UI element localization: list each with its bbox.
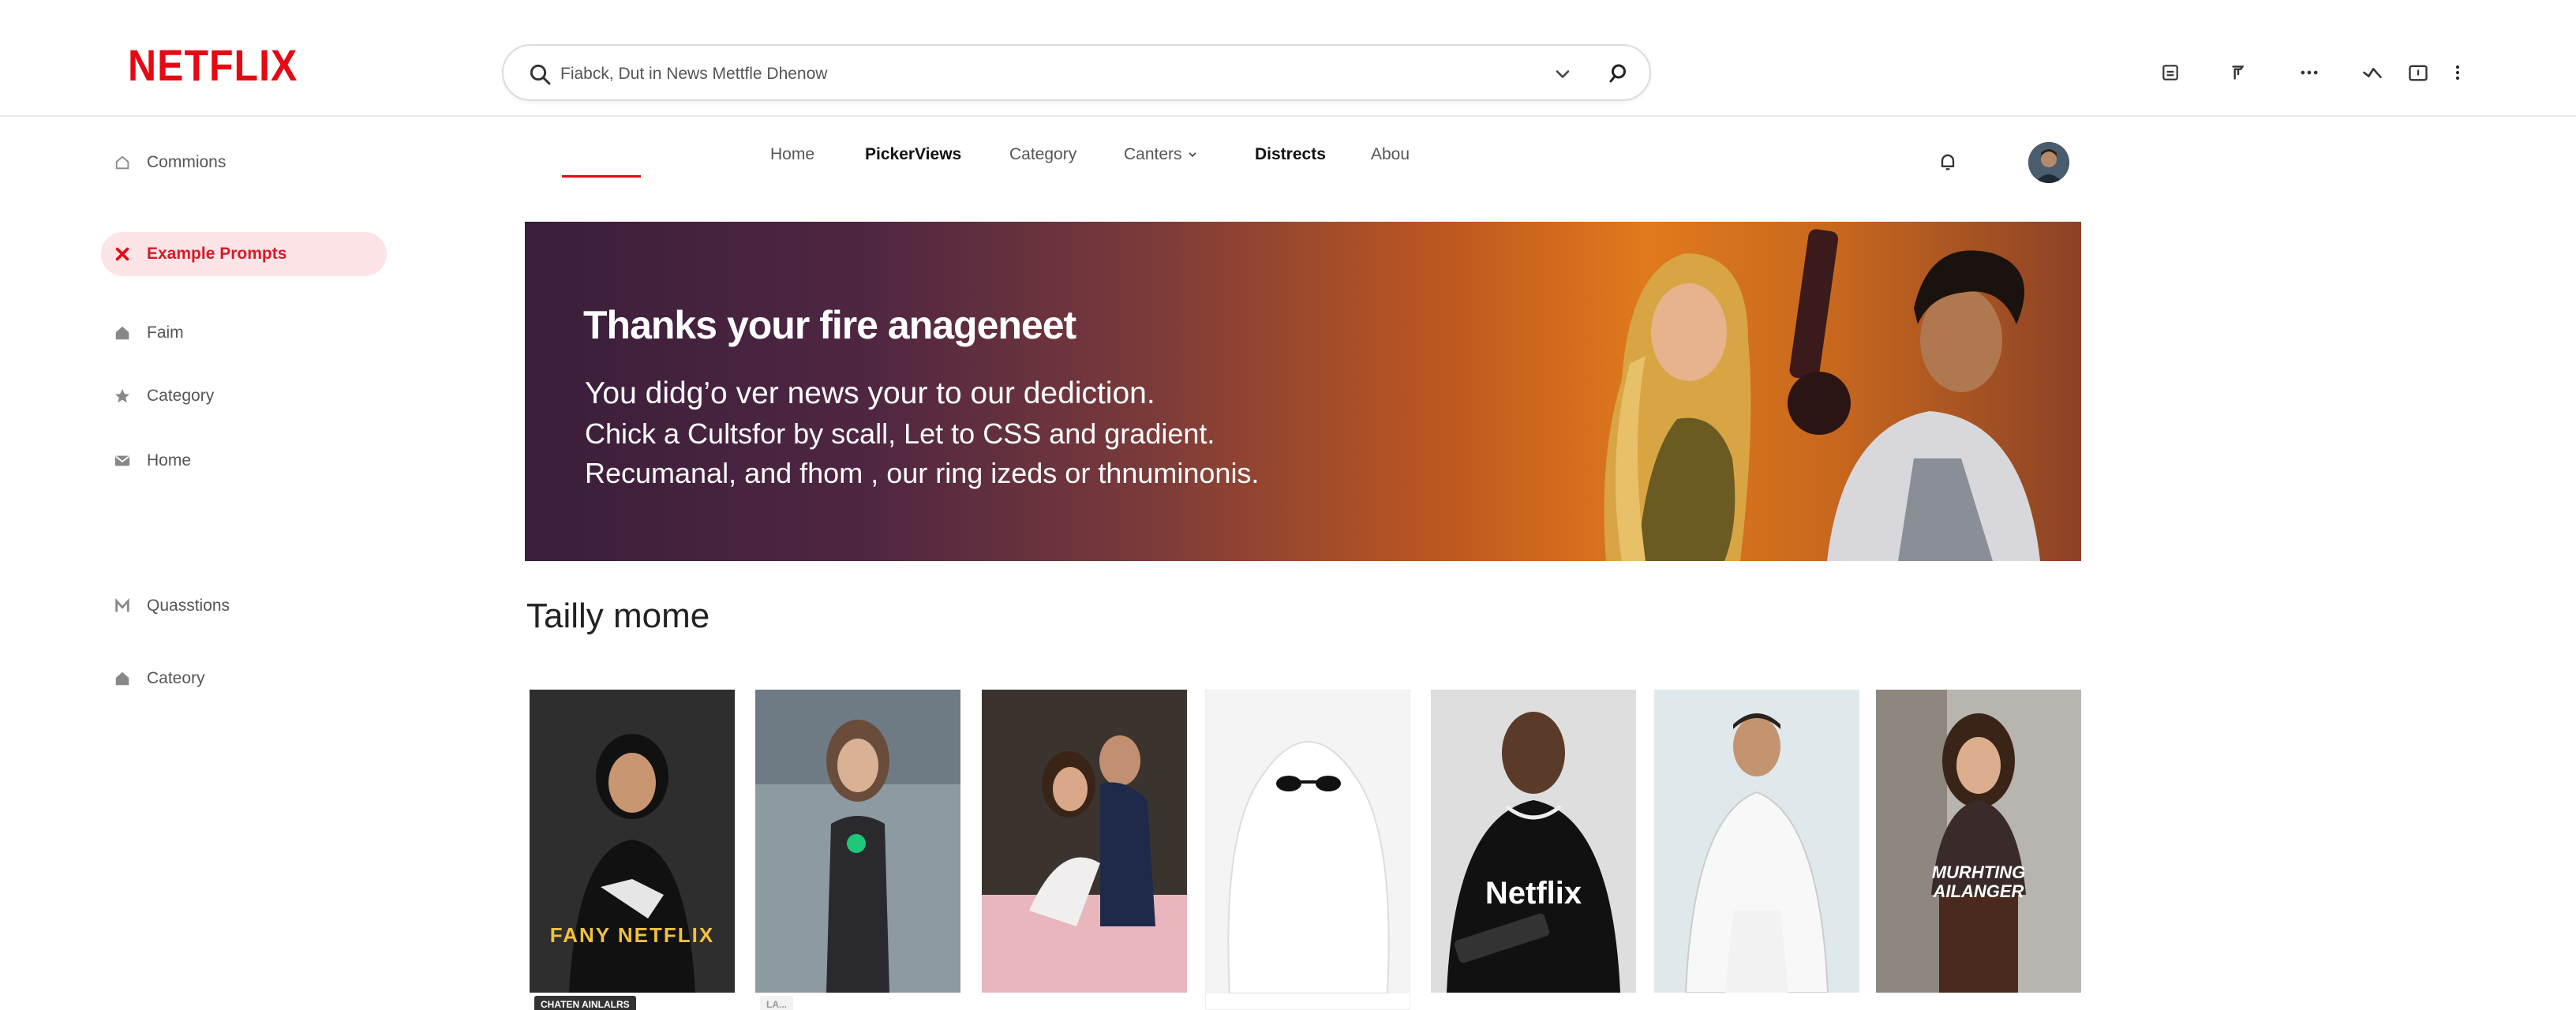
card-poster-image bbox=[755, 690, 960, 993]
hero-banner[interactable]: Thanks your fire anageneet You didg’o ve… bbox=[525, 222, 2081, 561]
search-icon bbox=[530, 64, 551, 85]
sidebar-item-label: Cateory bbox=[147, 669, 205, 687]
hero-title: Thanks your fire anageneet bbox=[583, 303, 1076, 347]
star-icon bbox=[112, 386, 133, 406]
section-title: Tailly mome bbox=[526, 597, 710, 635]
card[interactable]: FANY NETFLIX CHATEN AINLALRS bbox=[530, 690, 735, 1010]
sidebar-item-faim[interactable]: Faim bbox=[112, 311, 184, 355]
nav-item-abou[interactable]: Abou bbox=[1371, 145, 1410, 164]
active-tab-indicator bbox=[562, 175, 641, 178]
nav-item-pickerviews[interactable]: PickerViews bbox=[865, 145, 961, 164]
card[interactable] bbox=[1654, 690, 1859, 1010]
card-caption-strip bbox=[1431, 993, 1636, 1010]
card[interactable]: MURHTING AILANGER bbox=[1876, 690, 2081, 1010]
document-icon[interactable] bbox=[2158, 60, 2183, 85]
sidebar-item-example-prompts[interactable]: Example Prompts bbox=[101, 232, 387, 276]
card-poster-text: Netflix bbox=[1485, 876, 1582, 911]
card[interactable] bbox=[982, 690, 1187, 1010]
card[interactable] bbox=[1205, 690, 1410, 1010]
hero-subtitle: You didg’o ver news your to our dedictio… bbox=[585, 373, 1259, 493]
nav-item-category[interactable]: Category bbox=[1009, 145, 1076, 164]
search-bar[interactable] bbox=[502, 44, 1651, 101]
avatar[interactable] bbox=[2028, 142, 2069, 183]
more-vertical-icon[interactable] bbox=[2445, 60, 2470, 85]
hero-characters-image bbox=[1604, 229, 2040, 561]
voice-search-icon[interactable] bbox=[1607, 62, 1631, 85]
sidebar-item-category[interactable]: Category bbox=[112, 374, 214, 418]
card-caption-strip bbox=[982, 993, 1187, 1010]
card-poster-text: MURHTING AILANGER bbox=[1931, 862, 2026, 901]
nav-item-distrects[interactable]: Distrects bbox=[1255, 145, 1326, 164]
home-icon bbox=[112, 323, 133, 343]
sidebar-item-label: Commions bbox=[147, 153, 227, 171]
window-icon[interactable] bbox=[2406, 60, 2431, 85]
card-poster-image bbox=[982, 690, 1187, 993]
hero-line: Chick a Cultsfor by scall, Let to CSS an… bbox=[585, 417, 1215, 450]
sidebar-item-label: Category bbox=[147, 387, 215, 405]
activity-icon[interactable] bbox=[2360, 60, 2385, 85]
card-badge: LA... bbox=[760, 996, 793, 1010]
more-horizontal-icon[interactable] bbox=[2297, 60, 2322, 85]
card-poster-image bbox=[1654, 690, 1859, 993]
card-poster-text: FANY NETFLIX bbox=[549, 923, 715, 947]
top-bar: NETFLIX bbox=[0, 0, 2576, 117]
sidebar-item-cateory[interactable]: Cateory bbox=[112, 656, 205, 701]
chevron-down-icon[interactable] bbox=[1552, 63, 1574, 85]
nav-item-label: Canters bbox=[1124, 145, 1182, 163]
card-badge: CHATEN AINLALRS bbox=[534, 996, 636, 1010]
card-caption-strip bbox=[1654, 993, 1859, 1010]
m-icon bbox=[112, 596, 133, 616]
sidebar-item-label: Home bbox=[147, 451, 192, 469]
bell-icon[interactable] bbox=[1937, 150, 1959, 174]
sidebar-item-label: Example Prompts bbox=[147, 245, 287, 263]
card-caption-strip bbox=[1206, 993, 1410, 1009]
card[interactable]: Netflix bbox=[1431, 690, 1636, 1010]
nav-item-canters[interactable]: Canters bbox=[1124, 145, 1198, 164]
sidebar-item-label: Quasstions bbox=[147, 597, 230, 615]
home-icon bbox=[112, 668, 133, 689]
card[interactable]: LA... bbox=[755, 690, 960, 1010]
hero-line: You didg’o ver news your to our dedictio… bbox=[585, 376, 1155, 410]
flag-icon[interactable] bbox=[2226, 60, 2251, 85]
mail-icon bbox=[112, 451, 133, 471]
home-icon bbox=[112, 152, 133, 173]
card-poster-image bbox=[1876, 690, 2081, 993]
card-poster-image bbox=[1431, 690, 1636, 993]
close-icon bbox=[112, 244, 133, 264]
sidebar-item-label: Faim bbox=[147, 324, 184, 342]
card-row: FANY NETFLIX CHATEN AINLALRS LA... Netfl… bbox=[530, 690, 2081, 1010]
chevron-down-icon bbox=[1189, 152, 1196, 158]
nav-item-home[interactable]: Home bbox=[770, 145, 814, 164]
sidebar-item-quasstions[interactable]: Quasstions bbox=[112, 584, 230, 628]
sidebar-item-home[interactable]: Home bbox=[112, 439, 191, 483]
hero-line: Recumanal, and fhom , our ring izeds or … bbox=[585, 457, 1260, 489]
sidebar-item-commions[interactable]: Commions bbox=[112, 140, 226, 185]
card-caption-strip bbox=[1876, 993, 2081, 1010]
search-input[interactable] bbox=[560, 57, 1507, 92]
card-poster-image bbox=[1206, 690, 1410, 993]
netflix-logo[interactable]: NETFLIX bbox=[128, 40, 298, 92]
